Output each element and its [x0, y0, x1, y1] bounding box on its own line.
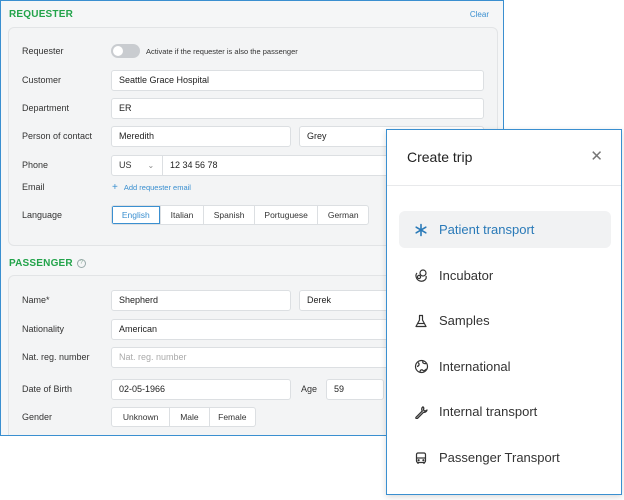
gender-option-unknown[interactable]: Unknown [112, 408, 169, 426]
gender-label: Gender [22, 412, 53, 422]
clear-link[interactable]: Clear [470, 10, 489, 19]
contact-first-name-input[interactable]: Meredith [111, 125, 291, 147]
language-option-english[interactable]: English [112, 206, 160, 224]
create-trip-modal: Create trip ✕ Patient transport Incubato… [386, 129, 622, 495]
incubator-icon [413, 268, 429, 284]
language-option-portuguese[interactable]: Portuguese [253, 206, 318, 224]
passenger-title-text: PASSENGER [9, 257, 73, 269]
department-row: Department ER [9, 96, 497, 120]
language-option-italian[interactable]: Italian [159, 206, 204, 224]
passenger-last-name-input[interactable]: Shepherd [111, 289, 291, 311]
requester-section-header: REQUESTER Clear [1, 1, 503, 27]
wrench-icon [413, 404, 429, 420]
dob-label: Date of Birth [22, 384, 73, 394]
menu-item-patient-transport[interactable]: Patient transport [399, 211, 611, 248]
requester-section-title: REQUESTER [9, 8, 74, 20]
language-label: Language [22, 210, 63, 220]
menu-item-passenger-transport[interactable]: Passenger Transport [399, 439, 611, 476]
age-input[interactable]: 59 [326, 378, 384, 400]
department-label: Department [22, 103, 70, 113]
phone-country-value: US [119, 160, 132, 170]
menu-item-samples[interactable]: Samples [399, 302, 611, 339]
help-icon[interactable]: ? [76, 258, 86, 268]
customer-row: Customer Seattle Grace Hospital [9, 68, 497, 92]
plus-icon: + [112, 181, 118, 193]
dob-input[interactable]: 02-05-1966 [111, 378, 291, 400]
modal-title: Create trip [407, 149, 473, 165]
flask-icon [413, 313, 429, 329]
menu-item-label: Samples [439, 313, 490, 328]
email-label: Email [22, 182, 45, 192]
menu-item-label: Passenger Transport [439, 450, 560, 465]
age-label: Age [301, 384, 318, 394]
toggle-description: Activate if the requester is also the pa… [146, 46, 298, 56]
department-input[interactable]: ER [111, 97, 484, 119]
language-selector: English Italian Spanish Portuguese Germa… [111, 205, 369, 225]
menu-item-international[interactable]: International [399, 348, 611, 385]
chevron-down-icon: ⌄ [147, 160, 155, 170]
customer-label: Customer [22, 75, 62, 85]
requester-passenger-toggle[interactable] [111, 44, 140, 58]
asterisk-icon [413, 222, 429, 238]
requester-row: Requester Activate if the requester is a… [9, 39, 497, 63]
menu-item-label: International [439, 359, 511, 374]
language-option-german[interactable]: German [317, 206, 368, 224]
gender-option-female[interactable]: Female [208, 408, 255, 426]
customer-input[interactable]: Seattle Grace Hospital [111, 69, 484, 91]
requester-label: Requester [22, 46, 64, 56]
menu-item-label: Internal transport [439, 404, 538, 419]
menu-item-label: Patient transport [439, 222, 535, 237]
menu-item-label: Incubator [439, 268, 494, 283]
name-label: Name* [22, 295, 50, 305]
gender-option-male[interactable]: Male [169, 408, 208, 426]
globe-icon [413, 359, 429, 375]
phone-country-select[interactable]: US ⌄ [111, 154, 163, 176]
close-icon[interactable]: ✕ [590, 149, 603, 164]
natreg-label: Nat. reg. number [22, 352, 90, 362]
phone-label: Phone [22, 160, 49, 170]
language-option-spanish[interactable]: Spanish [203, 206, 254, 224]
add-email-label: Add requester email [123, 182, 191, 192]
passenger-section-title: PASSENGER ? [9, 258, 86, 269]
add-requester-email-link[interactable]: + Add requester email [112, 182, 191, 193]
menu-item-internal-transport[interactable]: Internal transport [399, 393, 611, 430]
bus-icon [413, 450, 429, 466]
modal-header: Create trip ✕ [387, 130, 621, 186]
menu-item-incubator[interactable]: Incubator [399, 257, 611, 294]
nationality-label: Nationality [22, 324, 65, 334]
gender-selector: Unknown Male Female [111, 407, 256, 427]
contact-label: Person of contact [22, 131, 93, 141]
